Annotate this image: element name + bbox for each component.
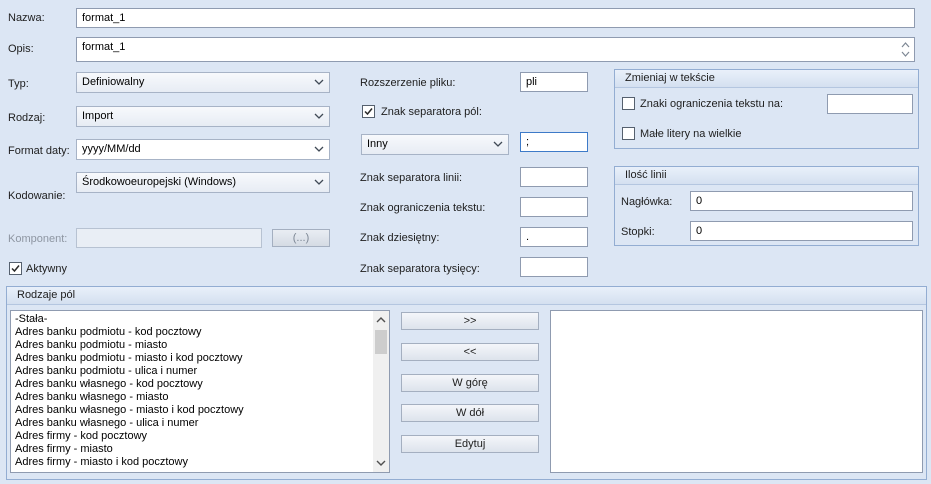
zmieniaj-w-tekscie-group: Zmieniaj w tekście Znaki ograniczenia te… [614,69,919,149]
chevron-down-icon [314,113,324,119]
kodowanie-label: Kodowanie: [8,190,66,202]
list-item[interactable]: Adres firmy - kod pocztowy [15,430,147,443]
list-item[interactable]: Adres banku podmiotu - miasto [15,339,167,352]
stopki-label: Stopki: [621,226,655,238]
checkmark-icon [11,265,20,273]
zmieniaj-w-tekscie-title: Zmieniaj w tekście [615,70,918,88]
rodzaje-pol-scrollbar[interactable] [373,311,389,472]
znak-separatora-tysiecy-label: Znak separatora tysięcy: [360,263,480,275]
naglowka-label: Nagłówka: [621,196,673,208]
kodowanie-value: Środkowoeuropejski (Windows) [82,176,237,188]
kodowanie-select[interactable]: Środkowoeuropejski (Windows) [76,172,330,193]
typ-label: Typ: [8,78,29,90]
remove-field-button[interactable]: << [401,343,539,361]
list-item[interactable]: Adres banku podmiotu - kod pocztowy [15,326,202,339]
rodzaj-value: Import [82,110,114,122]
separator-type-value: Inny [367,138,388,150]
opis-scroll-arrows-icon[interactable] [900,40,911,59]
list-item[interactable]: Adres firmy - miasto [15,443,113,456]
chevron-down-icon [314,79,324,85]
rodzaje-pol-list[interactable]: -Stała- Adres banku podmiotu - kod poczt… [10,310,390,473]
rozszerzenie-input[interactable]: pli [520,72,588,92]
opis-textarea[interactable]: format_1 [76,37,915,62]
opis-label: Opis: [8,43,34,55]
znak-separatora-tysiecy-input[interactable] [520,257,588,277]
selected-fields-list[interactable] [550,310,923,473]
znak-separatora-pol-label: Znak separatora pól: [381,106,482,118]
separator-type-select[interactable]: Inny [361,134,509,155]
edit-field-button[interactable]: Edytuj [401,435,539,453]
move-down-button[interactable]: W dół [401,404,539,422]
opis-value: format_1 [82,41,126,53]
ilosc-linii-title: Ilość linii [615,167,918,185]
komponent-label: Komponent: [8,233,68,245]
stopki-input[interactable]: 0 [690,221,913,241]
rozszerzenie-label: Rozszerzenie pliku: [360,77,456,89]
scroll-thumb[interactable] [375,330,387,354]
scroll-up-icon[interactable] [373,312,389,328]
aktywny-checkbox[interactable] [9,262,22,275]
chevron-down-icon [314,146,324,152]
list-item[interactable]: Adres banku własnego - kod pocztowy [15,378,203,391]
typ-value: Definiowalny [82,76,145,88]
znaki-ograniczenia-input[interactable] [827,94,913,114]
separator-value-input[interactable]: ; [520,132,588,152]
znaki-ograniczenia-checkbox[interactable] [622,97,635,110]
male-litery-checkbox[interactable] [622,127,635,140]
chevron-down-icon [314,179,324,185]
format-daty-select[interactable]: yyyy/MM/dd [76,139,330,160]
znaki-ograniczenia-label: Znaki ograniczenia tekstu na: [640,98,784,110]
chevron-down-icon [493,141,503,147]
add-field-button[interactable]: >> [401,312,539,330]
checkmark-icon [364,108,373,116]
typ-select[interactable]: Definiowalny [76,72,330,93]
rodzaje-pol-group: Rodzaje pól -Stała- Adres banku podmiotu… [6,286,927,480]
aktywny-label: Aktywny [26,263,67,275]
list-item[interactable]: Adres banku własnego - miasto [15,391,168,404]
znak-dziesietny-input[interactable]: . [520,227,588,247]
list-item[interactable]: -Stała- [15,313,47,326]
rodzaje-pol-title: Rodzaje pól [7,287,926,305]
nazwa-label: Nazwa: [8,12,45,24]
list-item[interactable]: Adres banku podmiotu - ulica i numer [15,365,197,378]
move-up-button[interactable]: W górę [401,374,539,392]
nazwa-input[interactable]: format_1 [76,8,915,28]
ilosc-linii-group: Ilość linii Nagłówka: 0 Stopki: 0 [614,166,919,246]
znak-dziesietny-label: Znak dziesiętny: [360,232,440,244]
format-daty-label: Format daty: [8,145,70,157]
list-item[interactable]: Adres banku podmiotu - miasto i kod pocz… [15,352,242,365]
male-litery-label: Małe litery na wielkie [640,128,742,140]
list-item[interactable]: Adres banku własnego - miasto i kod pocz… [15,404,244,417]
scroll-down-icon[interactable] [373,455,389,471]
znak-ograniczenia-tekstu-input[interactable] [520,197,588,217]
list-item[interactable]: Adres firmy - miasto i kod pocztowy [15,456,188,469]
komponent-browse-button[interactable]: (...) [272,229,330,247]
znak-ograniczenia-tekstu-label: Znak ograniczenia tekstu: [360,202,486,214]
znak-separatora-linii-label: Znak separatora linii: [360,172,463,184]
rodzaj-select[interactable]: Import [76,106,330,127]
naglowka-input[interactable]: 0 [690,191,913,211]
znak-separatora-pol-checkbox[interactable] [362,105,375,118]
format-daty-value: yyyy/MM/dd [82,143,141,155]
komponent-input[interactable] [76,228,262,248]
list-item[interactable]: Adres banku własnego - ulica i numer [15,417,198,430]
znak-separatora-linii-input[interactable] [520,167,588,187]
rodzaj-label: Rodzaj: [8,112,46,124]
